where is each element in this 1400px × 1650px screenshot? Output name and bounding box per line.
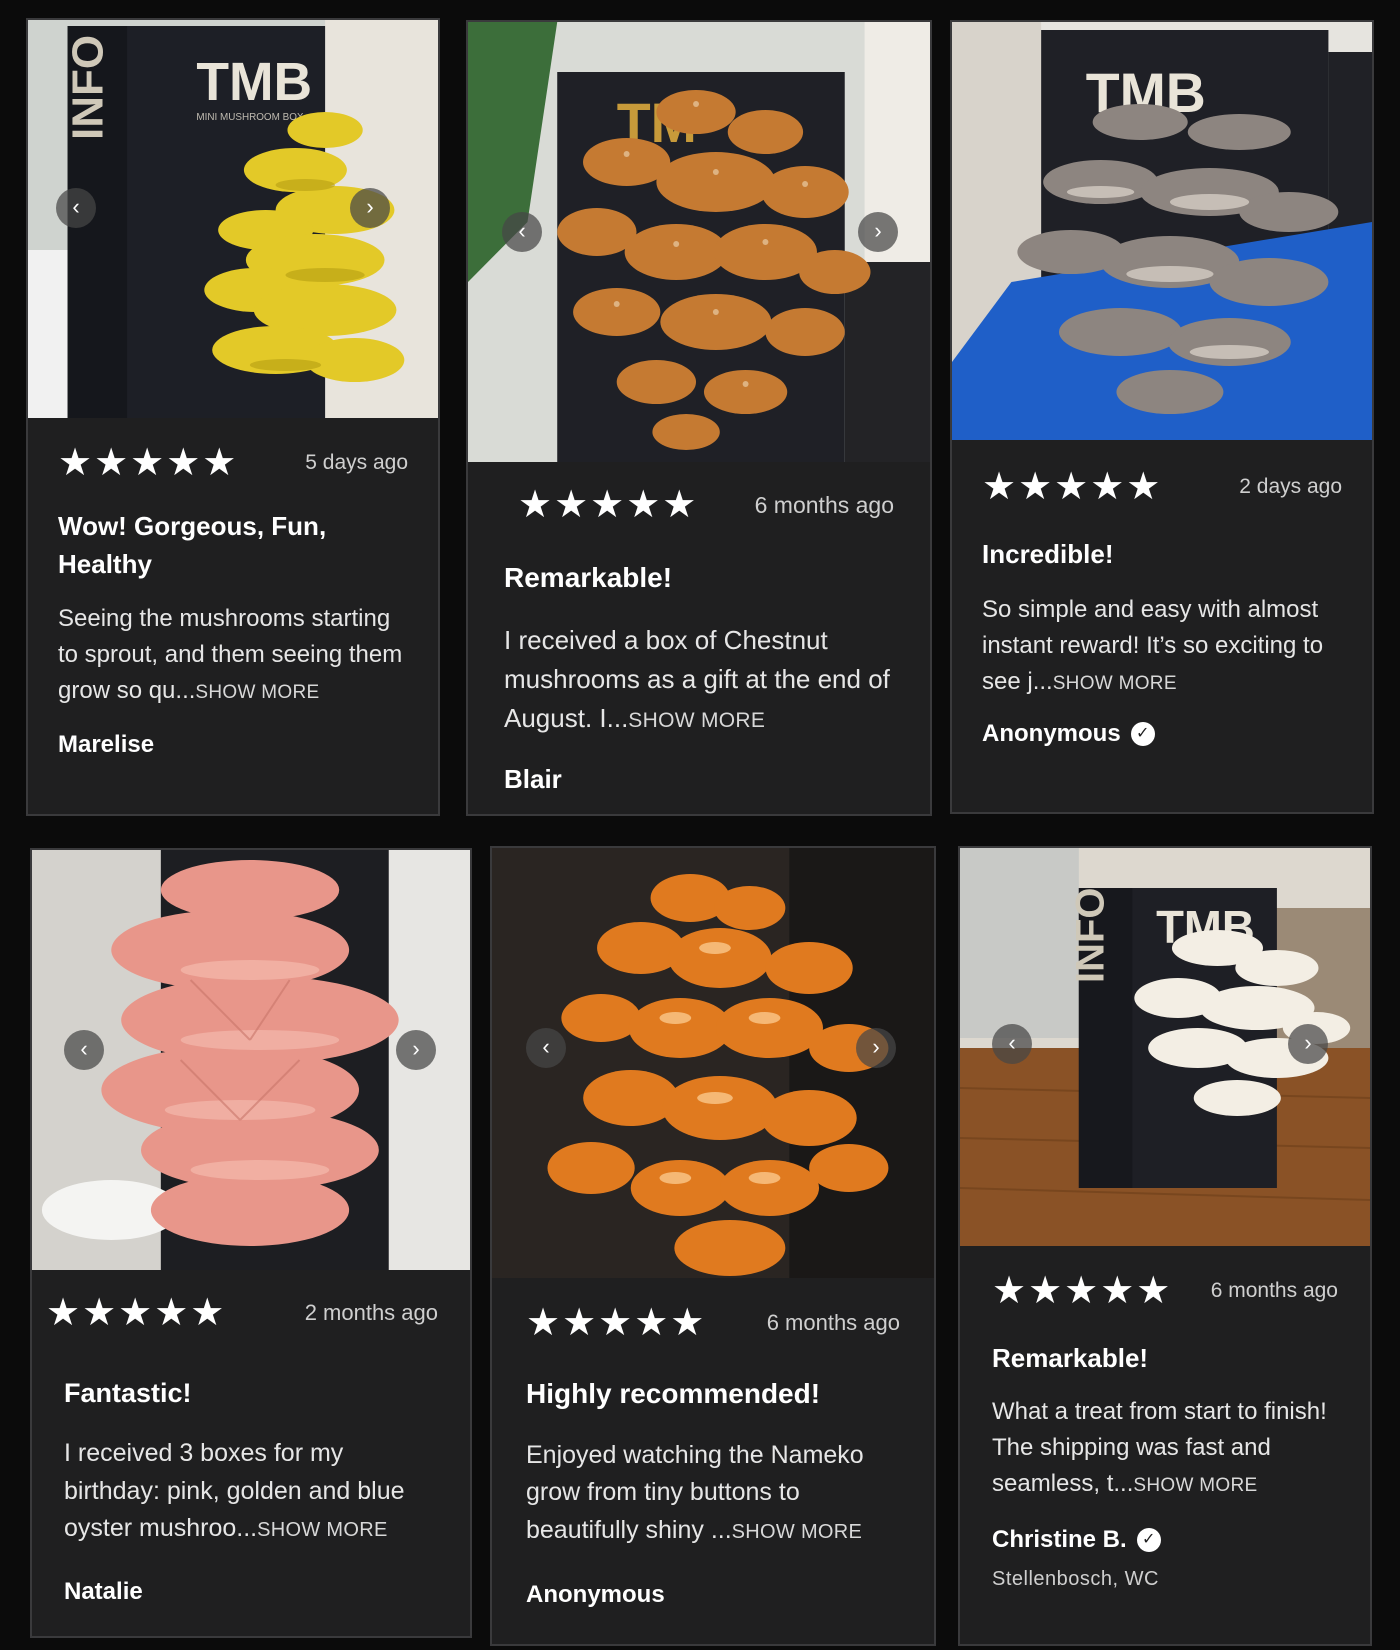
author-name: Blair (504, 763, 562, 794)
review-author: Blair (504, 764, 894, 795)
review-card: TMB INFO ‹ › ★★★★★ 6 months ago Remarkab… (958, 846, 1372, 1646)
verified-check-icon: ✓ (1130, 721, 1155, 746)
author-name: Christine B. (992, 1525, 1127, 1553)
show-more-link[interactable]: SHOW MORE (195, 682, 319, 703)
show-more-link[interactable]: SHOW MORE (1053, 673, 1177, 694)
review-card: ‹ › ★★★★★ 6 months ago Highly recommende… (490, 846, 936, 1646)
blue-oyster-mushrooms-photo: TMB (952, 22, 1372, 440)
carousel-prev-button[interactable]: ‹ (992, 1024, 1032, 1064)
review-card: TMB INFO MINI MUSHROOM BOX ‹ › ★★★★★ 5 d… (26, 18, 440, 816)
review-author: Marelise (58, 731, 408, 759)
review-author: Christine B. ✓ (992, 1526, 1338, 1554)
review-text-block: I received a box of Chestnut mushrooms a… (504, 621, 894, 738)
yellow-oyster-mushrooms-photo: TMB INFO MINI MUSHROOM BOX ‹ › (28, 20, 438, 418)
pink-oyster-mushrooms-photo: ‹ › (32, 850, 470, 1270)
review-title: Remarkable! (992, 1343, 1149, 1373)
star-rating: ★★★★★ (526, 1302, 707, 1344)
nameko-mushrooms-photo: ‹ › (492, 848, 934, 1278)
star-rating: ★★★★★ (992, 1270, 1173, 1312)
review-author: Anonymous (526, 1581, 900, 1609)
carousel-prev-button[interactable]: ‹ (526, 1028, 566, 1068)
box-sub-label: MINI MUSHROOM BOX (196, 112, 304, 123)
carousel-next-button[interactable]: › (858, 212, 898, 252)
review-text-block: Seeing the mushrooms starting to sprout,… (58, 601, 408, 709)
review-body: ★★★★★ 6 months ago Highly recommended! E… (492, 1278, 934, 1644)
box-side-label: INFO (63, 35, 112, 140)
star-rating: ★★★★★ (518, 484, 699, 526)
review-card: TM ‹ › ★★★★★ 6 months ago Remarkable! I … (466, 20, 932, 816)
review-date: 2 months ago (304, 1300, 438, 1325)
review-title: Fantastic! (64, 1378, 192, 1408)
review-body: ★★★★★ 2 days ago Incredible! So simple a… (952, 440, 1372, 812)
review-author: Anonymous ✓ (982, 720, 1342, 748)
white-oyster-mushrooms-photo: TMB INFO ‹ › (960, 848, 1370, 1246)
carousel-next-button[interactable]: › (350, 188, 390, 228)
review-body: ★★★★★ 6 months ago Remarkable! What a tr… (960, 1246, 1370, 1644)
show-more-link[interactable]: SHOW MORE (1133, 1475, 1257, 1496)
carousel-next-button[interactable]: › (856, 1028, 896, 1068)
review-text-block: I received 3 boxes for my birthday: pink… (64, 1435, 438, 1548)
carousel-next-button[interactable]: › (396, 1030, 436, 1070)
review-date: 6 months ago (754, 491, 894, 518)
review-body: ★★★★★ 5 days ago Wow! Gorgeous, Fun, Hea… (28, 418, 438, 814)
review-body: ★★★★★ 6 months ago Remarkable! I receive… (468, 462, 930, 814)
review-title: Wow! Gorgeous, Fun, Healthy (58, 511, 327, 579)
author-location: Stellenbosch, WC (992, 1567, 1159, 1590)
review-text-block: What a treat from start to finish! The s… (992, 1394, 1338, 1502)
author-name: Natalie (64, 1577, 143, 1605)
carousel-prev-button[interactable]: ‹ (64, 1030, 104, 1070)
star-rating: ★★★★★ (46, 1292, 227, 1334)
box-side-label: INFO (1069, 887, 1113, 983)
chestnut-mushrooms-photo: TM ‹ › (468, 22, 930, 462)
review-date: 6 months ago (766, 1310, 900, 1335)
review-card: ‹ › ★★★★★ 2 months ago Fantastic! I rece… (30, 848, 472, 1638)
author-name: Marelise (58, 731, 155, 759)
review-date: 5 days ago (305, 451, 408, 474)
review-title: Highly recommended! (526, 1378, 821, 1409)
author-name: Anonymous (982, 719, 1121, 747)
review-title: Remarkable! (504, 562, 673, 593)
show-more-link[interactable]: SHOW MORE (257, 1519, 387, 1541)
review-card: TMB ★★★★★ 2 days ago Incredible! So simp… (950, 20, 1374, 814)
author-name: Anonymous (526, 1581, 665, 1609)
carousel-next-button[interactable]: › (1288, 1024, 1328, 1064)
review-text-block: Enjoyed watching the Nameko grow from ti… (526, 1437, 900, 1550)
review-date: 2 days ago (1239, 475, 1342, 498)
review-date: 6 months ago (1210, 1279, 1338, 1302)
review-title: Incredible! (982, 539, 1114, 569)
star-rating: ★★★★★ (982, 466, 1163, 508)
review-text-block: So simple and easy with almost instant r… (982, 592, 1342, 700)
reviews-grid: TMB INFO MINI MUSHROOM BOX ‹ › ★★★★★ 5 d… (0, 0, 1400, 1650)
box-label: TMB (196, 52, 312, 112)
verified-check-icon: ✓ (1136, 1527, 1161, 1552)
carousel-prev-button[interactable]: ‹ (502, 212, 542, 252)
review-body: ★★★★★ 2 months ago Fantastic! I received… (32, 1270, 470, 1636)
star-rating: ★★★★★ (58, 442, 239, 484)
review-author: Natalie (64, 1578, 438, 1606)
show-more-link[interactable]: SHOW MORE (628, 709, 765, 732)
carousel-prev-button[interactable]: ‹ (56, 188, 96, 228)
show-more-link[interactable]: SHOW MORE (732, 1521, 862, 1543)
